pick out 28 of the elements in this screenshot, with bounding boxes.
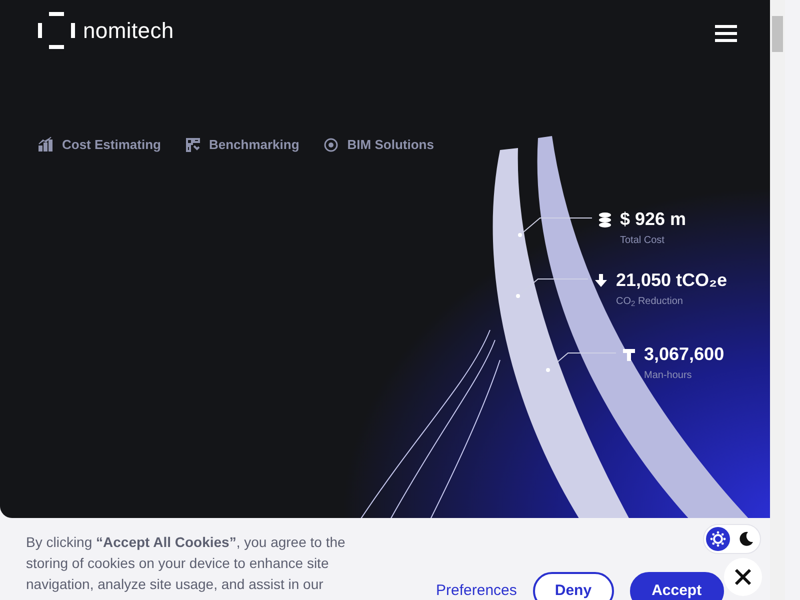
service-link[interactable]: Cost Estimating: [62, 135, 161, 154]
menu-icon[interactable]: [715, 22, 737, 39]
scrollbar[interactable]: [770, 0, 785, 600]
sun-icon: [710, 531, 726, 547]
leader-line: [546, 352, 616, 372]
stat-icon: [622, 346, 636, 362]
accept-button[interactable]: Accept: [630, 572, 724, 600]
preferences-link[interactable]: Preferences: [436, 580, 517, 600]
deny-button[interactable]: Deny: [532, 572, 614, 600]
stat-label: CO$_{2}$ Reduction: [616, 295, 684, 309]
service-icon: [184, 136, 201, 153]
theme-toggle[interactable]: [703, 524, 761, 554]
close-icon[interactable]: [724, 558, 762, 596]
service-icon: [38, 136, 54, 153]
service-link[interactable]: Benchmarking: [208, 135, 300, 154]
stat-value: $ 926 m: [620, 208, 686, 231]
stat-label: Man-hours: [644, 369, 693, 383]
cookie-notice-text: By clicking “Accept All Cookies”, you agree to the storing of cookies on your device to enhance site navigation, analyze site usage, and assist in our: [26, 533, 346, 594]
brand-name[interactable]: nomitech: [83, 14, 174, 47]
stat-icon: [598, 212, 612, 228]
moon-icon: [738, 531, 754, 547]
service-link[interactable]: BIM Solutions: [347, 135, 434, 154]
stat-value: 3,067,600: [644, 343, 724, 366]
stat-icon: [594, 272, 608, 288]
stat-label: Total Cost: [620, 234, 666, 248]
service-icon: [323, 136, 340, 153]
logo-icon: [38, 12, 75, 49]
stat-value: 21,050 tCO₂e: [616, 269, 728, 292]
